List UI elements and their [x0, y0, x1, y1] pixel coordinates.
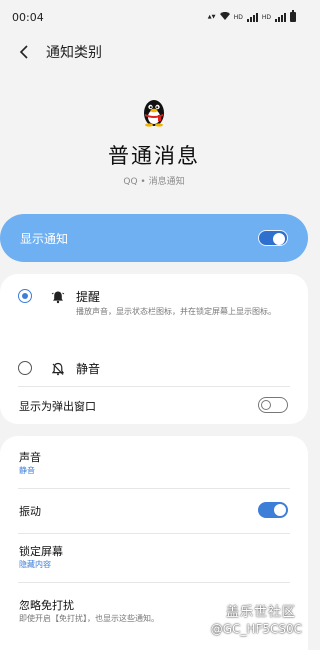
battery-icon [290, 10, 296, 22]
hd-badge-2: HD [261, 13, 271, 21]
back-button[interactable] [14, 42, 34, 62]
option-silent[interactable]: 静音 [0, 350, 308, 386]
vibration-label: 振动 [19, 505, 41, 518]
show-notifications-row[interactable]: 显示通知 [0, 214, 308, 262]
chevron-left-icon [19, 45, 28, 59]
option-alert-description: 播放声音，显示状态栏图标，并在锁定屏幕上显示图标。 [76, 307, 276, 316]
data-speed-icon: ▲▼ [207, 13, 216, 20]
status-time: 00:04 [12, 10, 44, 24]
bell-off-icon [51, 361, 65, 376]
show-notifications-label: 显示通知 [20, 231, 69, 246]
status-icons: ▲▼ HD HD [207, 10, 296, 22]
app-subtitle: QQ • 消息通知 [123, 177, 185, 187]
sound-value: 静音 [19, 466, 35, 475]
alert-options-card: 提醒 播放声音，显示状态栏图标，并在锁定屏幕上显示图标。 静音 显示为弹出窗口 [0, 274, 308, 424]
option-alert-label: 提醒 [76, 290, 101, 304]
popup-row[interactable]: 显示为弹出窗口 [0, 387, 308, 424]
status-bar: 00:04 ▲▼ HD HD [0, 0, 308, 34]
sound-row[interactable]: 声音 静音 [0, 436, 308, 488]
show-notifications-toggle[interactable] [258, 230, 288, 246]
signal-icon-2 [275, 12, 286, 22]
dnd-label: 忽略免打扰 [19, 599, 74, 612]
lock-screen-row[interactable]: 锁定屏幕 隐藏内容 [0, 534, 308, 582]
popup-label: 显示为弹出窗口 [19, 400, 96, 413]
option-silent-label: 静音 [76, 362, 101, 376]
radio-selected[interactable] [18, 289, 32, 303]
watermark-handle: @GC_HF5CS0C [210, 622, 302, 636]
wifi-icon [219, 11, 230, 22]
lock-screen-label: 锁定屏幕 [19, 545, 63, 558]
toggle-knob [273, 233, 285, 245]
dnd-description: 即使开启【免打扰】，也显示这些通知。 [19, 614, 159, 623]
radio-unselected[interactable] [18, 361, 32, 375]
top-bar: 通知类别 [0, 36, 308, 68]
sound-label: 声音 [19, 451, 41, 464]
option-alert[interactable]: 提醒 播放声音，显示状态栏图标，并在锁定屏幕上显示图标。 [0, 274, 308, 350]
app-title: 普通消息 [108, 144, 200, 168]
hd-badge: HD [233, 13, 243, 21]
popup-toggle[interactable] [258, 397, 288, 413]
lock-screen-value: 隐藏内容 [19, 560, 51, 569]
vibration-row[interactable]: 振动 [0, 489, 308, 533]
vibration-toggle[interactable] [258, 502, 288, 518]
toggle-knob [261, 399, 271, 410]
qq-penguin-icon [139, 97, 169, 127]
signal-icon [246, 12, 258, 22]
bell-icon [51, 289, 65, 304]
watermark-title: 盖乐世社区 [225, 605, 296, 620]
page-title: 通知类别 [46, 45, 102, 61]
toggle-knob [274, 504, 286, 516]
